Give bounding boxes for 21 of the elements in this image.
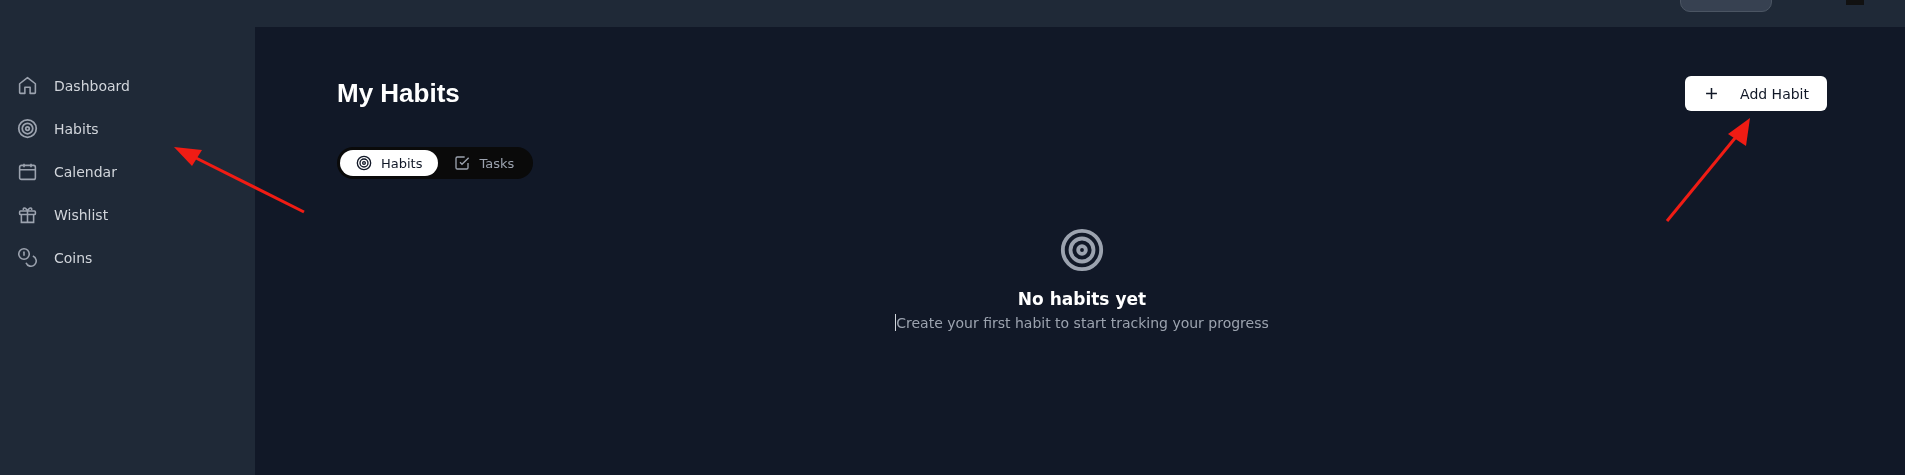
sidebar-item[interactable]: Coins: [0, 247, 255, 268]
gift-icon: [17, 204, 38, 225]
tab[interactable]: Tasks: [438, 150, 531, 176]
sidebar-item[interactable]: Habits: [0, 118, 255, 139]
plus-icon: [1705, 87, 1719, 100]
page-title: My Habits: [337, 78, 460, 109]
sidebar-item[interactable]: Calendar: [0, 161, 255, 182]
sidebar-item[interactable]: Wishlist: [0, 204, 255, 225]
home-icon: [17, 75, 38, 96]
checkbox-icon: [454, 155, 471, 171]
target-icon: [1059, 227, 1105, 273]
empty-state-title: No habits yet: [1017, 289, 1147, 309]
empty-state-message: Create your first habit to start tracking your progress: [896, 314, 1269, 331]
sidebar-item[interactable]: Dashboard: [0, 75, 255, 96]
coins-icon: [17, 247, 38, 268]
text-cursor: [895, 314, 897, 331]
calendar-icon: [17, 161, 38, 182]
target-icon: [17, 118, 38, 139]
target-icon: [356, 155, 372, 171]
tab[interactable]: Habits: [340, 150, 439, 176]
add-habit-button[interactable]: Add Habit: [1685, 76, 1827, 111]
